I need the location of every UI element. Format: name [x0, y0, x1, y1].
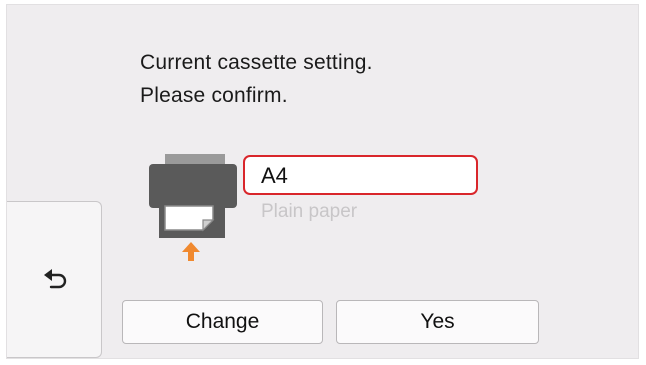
paper-size-field[interactable]: A4: [243, 155, 478, 195]
message-line-2: Please confirm.: [140, 84, 288, 107]
confirm-cassette-screen: Current cassette setting. Please confirm…: [6, 4, 639, 359]
printer-cassette-icon: [149, 154, 237, 261]
yes-button[interactable]: Yes: [336, 300, 539, 344]
message-line-1: Current cassette setting.: [140, 51, 373, 74]
paper-type-value: Plain paper: [261, 201, 358, 222]
back-arrow-icon: [44, 269, 67, 289]
change-button[interactable]: Change: [122, 300, 323, 344]
back-button[interactable]: [7, 201, 102, 358]
paper-feed-up-arrow-icon: [182, 242, 200, 261]
paper-size-value: A4: [261, 163, 288, 188]
confirm-message: Current cassette setting. Please confirm…: [140, 46, 373, 112]
